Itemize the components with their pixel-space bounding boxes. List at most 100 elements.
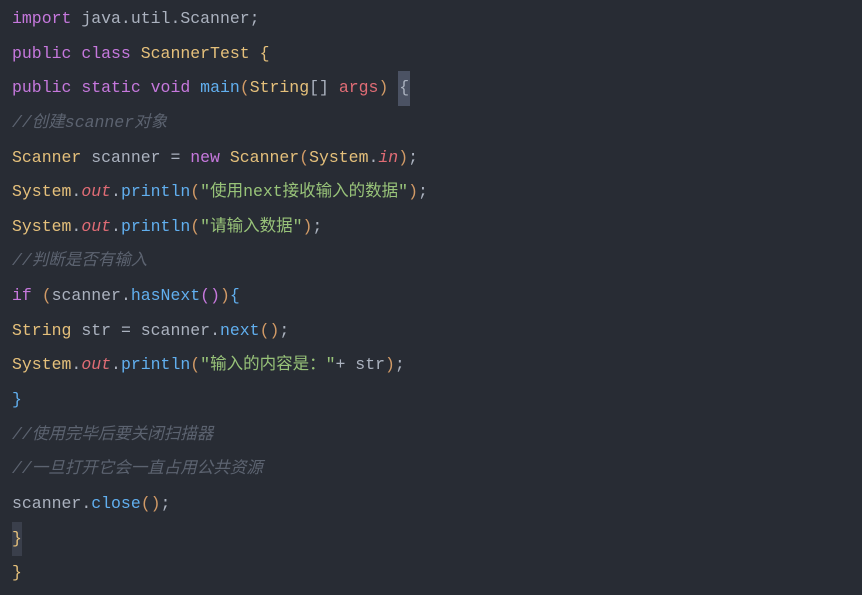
- type-string: String: [12, 314, 71, 349]
- method-println: println: [121, 348, 190, 383]
- dot: .: [71, 175, 81, 210]
- code-line: System.out.println("请输入数据");: [0, 210, 862, 245]
- code-line: }: [0, 522, 862, 557]
- dot: .: [71, 210, 81, 245]
- semicolon: ;: [418, 175, 428, 210]
- code-line: public class ScannerTest {: [0, 37, 862, 72]
- semicolon: ;: [250, 2, 260, 37]
- semicolon: ;: [161, 487, 171, 522]
- keyword-class: class: [81, 37, 131, 72]
- var-scanner: scanner: [81, 141, 170, 176]
- code-line: import java.util.Scanner;: [0, 2, 862, 37]
- code-line: System.out.println("输入的内容是："+ str);: [0, 348, 862, 383]
- field-out: out: [81, 348, 111, 383]
- code-line: }: [0, 383, 862, 418]
- constructor-scanner: Scanner: [230, 141, 299, 176]
- keyword-static: static: [81, 71, 140, 106]
- dot: .: [111, 210, 121, 245]
- paren-open: (: [42, 279, 52, 314]
- paren-close: ): [151, 487, 161, 522]
- method-println: println: [121, 210, 190, 245]
- brace-open: {: [260, 37, 270, 72]
- string-literal: "请输入数据": [200, 210, 302, 245]
- keyword-if: if: [12, 279, 32, 314]
- class-name: ScannerTest: [141, 37, 250, 72]
- comment: //使用完毕后要关闭扫描器: [12, 418, 213, 453]
- method-hasnext: hasNext: [131, 279, 200, 314]
- comment: //一旦打开它会一直占用公共资源: [12, 452, 263, 487]
- paren-open: (: [200, 279, 210, 314]
- dot: .: [210, 314, 220, 349]
- paren-open: (: [260, 314, 270, 349]
- method-close: close: [91, 487, 141, 522]
- equals: =: [170, 141, 180, 176]
- semicolon: ;: [279, 314, 289, 349]
- paren-open: (: [190, 175, 200, 210]
- code-line: //一旦打开它会一直占用公共资源: [0, 452, 862, 487]
- var-scanner: scanner: [141, 314, 210, 349]
- paren-close: ): [269, 314, 279, 349]
- var-str: str: [71, 314, 121, 349]
- dot: .: [71, 348, 81, 383]
- brace-open-highlighted: {: [398, 71, 410, 106]
- code-line: if (scanner.hasNext()){: [0, 279, 862, 314]
- code-line: scanner.close();: [0, 487, 862, 522]
- code-line: //创建scanner对象: [0, 106, 862, 141]
- field-out: out: [81, 175, 111, 210]
- field-in: in: [378, 141, 398, 176]
- paren-close: ): [408, 175, 418, 210]
- code-line: System.out.println("使用next接收输入的数据");: [0, 175, 862, 210]
- field-out: out: [81, 210, 111, 245]
- brace-close: }: [12, 556, 22, 591]
- code-line: }: [0, 556, 862, 591]
- paren-open: (: [141, 487, 151, 522]
- paren-close: ): [385, 348, 395, 383]
- paren-open: (: [240, 71, 250, 106]
- class-system: System: [12, 348, 71, 383]
- brackets: []: [309, 71, 329, 106]
- code-line: Scanner scanner = new Scanner(System.in)…: [0, 141, 862, 176]
- class-system: System: [309, 141, 368, 176]
- dot: .: [369, 141, 379, 176]
- string-literal: "输入的内容是：": [200, 348, 335, 383]
- var-scanner: scanner: [12, 487, 81, 522]
- paren-close: ): [210, 279, 220, 314]
- dot: .: [111, 175, 121, 210]
- comment: //创建scanner对象: [12, 106, 167, 141]
- brace-close-highlighted: }: [12, 522, 22, 557]
- dot: .: [81, 487, 91, 522]
- keyword-import: import: [12, 2, 71, 37]
- keyword-public: public: [12, 71, 71, 106]
- paren-close: ): [378, 71, 388, 106]
- type-string: String: [250, 71, 309, 106]
- paren-open: (: [190, 210, 200, 245]
- class-system: System: [12, 210, 71, 245]
- method-next: next: [220, 314, 260, 349]
- keyword-new: new: [180, 141, 230, 176]
- dot: .: [111, 348, 121, 383]
- paren-open: (: [190, 348, 200, 383]
- type-scanner: Scanner: [12, 141, 81, 176]
- keyword-public: public: [12, 37, 71, 72]
- method-println: println: [121, 175, 190, 210]
- paren-close: ): [398, 141, 408, 176]
- semicolon: ;: [395, 348, 405, 383]
- paren-close: ): [220, 279, 230, 314]
- class-system: System: [12, 175, 71, 210]
- keyword-void: void: [151, 71, 191, 106]
- code-line: public static void main(String[] args) {: [0, 71, 862, 106]
- paren-open: (: [299, 141, 309, 176]
- code-line: String str = scanner.next();: [0, 314, 862, 349]
- paren-close: ): [302, 210, 312, 245]
- var-str: str: [345, 348, 385, 383]
- code-line: //判断是否有输入: [0, 244, 862, 279]
- package-path: java.util.Scanner: [71, 2, 249, 37]
- param-args: args: [329, 71, 379, 106]
- semicolon: ;: [312, 210, 322, 245]
- string-literal: "使用next接收输入的数据": [200, 175, 408, 210]
- brace-close: }: [12, 383, 22, 418]
- var-scanner: scanner: [52, 279, 121, 314]
- code-editor[interactable]: import java.util.Scanner; public class S…: [0, 2, 862, 591]
- brace-open: {: [230, 279, 240, 314]
- dot: .: [121, 279, 131, 314]
